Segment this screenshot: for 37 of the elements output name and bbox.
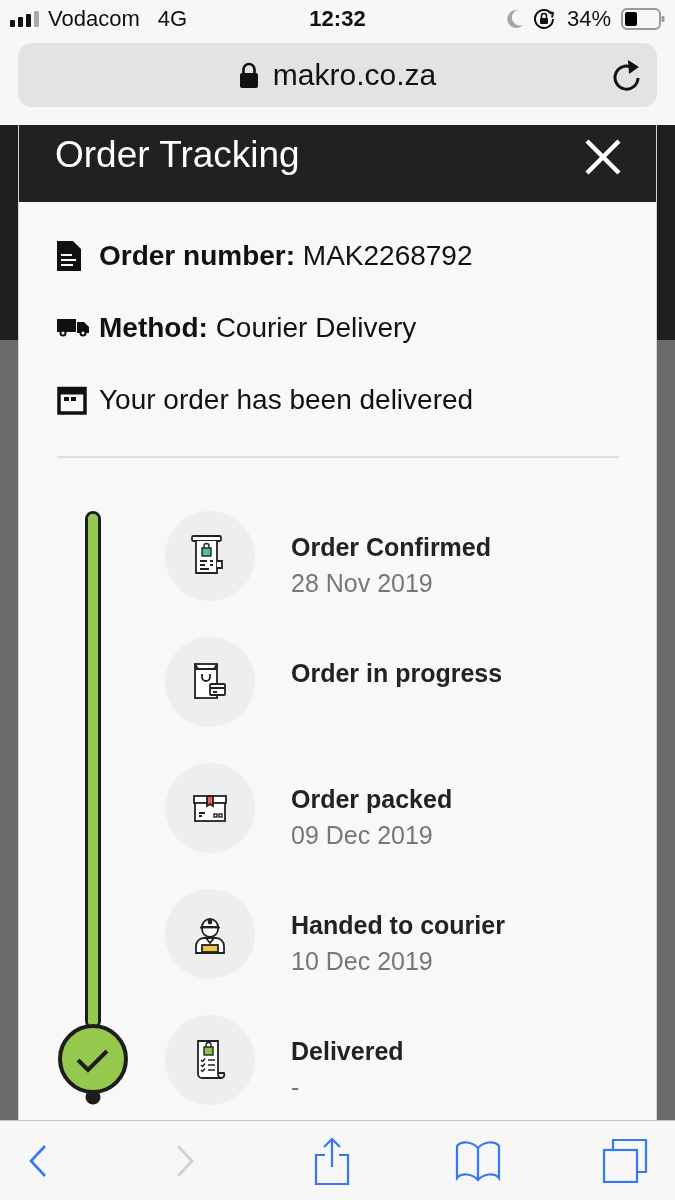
step-title: Delivered — [291, 1036, 404, 1067]
step-title: Order Confirmed — [291, 532, 492, 563]
step-title: Order packed — [291, 784, 453, 815]
step-date: 10 Dec 2019 — [291, 946, 433, 977]
step-date: 09 Dec 2019 — [291, 820, 433, 851]
share-icon[interactable] — [313, 1136, 350, 1185]
courier-icon — [165, 889, 255, 979]
rotation-lock-icon — [532, 8, 555, 30]
carrier-text: Vodacom — [48, 6, 140, 32]
moon-icon — [506, 10, 523, 28]
calendar-icon — [57, 385, 87, 415]
close-icon[interactable] — [585, 139, 621, 175]
step-date: - — [291, 1072, 300, 1103]
clock-text: 12:32 — [309, 6, 366, 32]
truck-icon — [57, 319, 89, 337]
bookmarks-icon[interactable] — [455, 1139, 502, 1182]
step-title: Order in progress — [291, 658, 503, 689]
checklist-icon — [165, 1015, 255, 1105]
delivery-method-text: Method: Courier Delivery — [99, 312, 417, 344]
shopping-bag-icon — [165, 637, 255, 727]
reload-icon[interactable] — [612, 59, 642, 91]
lock-icon — [238, 62, 259, 88]
modal-title: Order Tracking — [55, 133, 300, 177]
battery-percent-text: 34% — [566, 6, 611, 32]
network-text: 4G — [157, 6, 188, 32]
document-icon — [57, 241, 81, 271]
order-status-text: Your order has been delivered — [99, 384, 474, 416]
signal-icon — [10, 11, 40, 27]
battery-icon — [621, 8, 665, 30]
tabs-icon[interactable] — [602, 1138, 648, 1183]
order-number-text: Order number: MAK2268792 — [99, 240, 473, 272]
package-icon — [165, 763, 255, 853]
step-date: 28 Nov 2019 — [291, 568, 433, 599]
back-icon[interactable] — [28, 1143, 48, 1178]
receipt-icon — [165, 511, 255, 601]
address-bar[interactable]: makro.co.za — [18, 43, 657, 107]
step-title: Handed to courier — [291, 910, 505, 941]
